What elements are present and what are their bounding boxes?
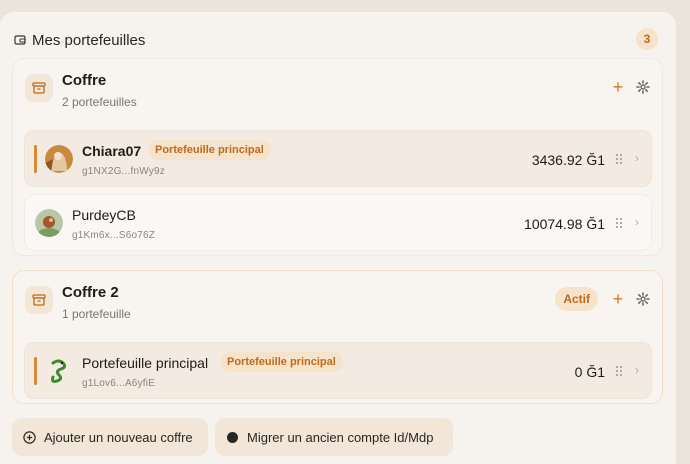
avatar xyxy=(45,145,73,173)
drag-handle-icon[interactable] xyxy=(615,153,623,165)
chevron-right-icon[interactable]: › xyxy=(635,215,639,229)
wallet-icon xyxy=(14,35,26,45)
gear-icon[interactable] xyxy=(636,80,650,94)
vault-name: Coffre xyxy=(62,72,107,89)
wallet-balance: 3436.92 Ğ1 xyxy=(531,152,605,168)
vault-wallet-count: 1 portefeuille xyxy=(62,307,131,321)
wallet-count-badge: 3 xyxy=(636,28,658,50)
drag-handle-icon[interactable] xyxy=(615,217,623,229)
vault-header: Coffre 2 portefeuilles + xyxy=(25,71,650,109)
avatar xyxy=(35,209,63,237)
add-vault-button[interactable]: Ajouter un nouveau coffre xyxy=(12,418,208,456)
active-status-badge: Actif xyxy=(555,287,598,311)
archive-icon xyxy=(25,74,53,102)
vault-name: Coffre 2 xyxy=(62,284,119,301)
wallet-address: g1Km6x...S6o76Z xyxy=(72,230,156,241)
wallet-row[interactable]: PurdeyCB g1Km6x...S6o76Z 10074.98 Ğ1 › xyxy=(24,194,652,251)
wallet-balance: 0 Ğ1 xyxy=(574,364,605,380)
gear-icon[interactable] xyxy=(636,292,650,306)
migrate-account-button[interactable]: Migrer un ancien compte Id/Mdp xyxy=(215,418,453,456)
vault-wallet-count: 2 portefeuilles xyxy=(62,95,137,109)
plus-circle-icon xyxy=(23,430,36,444)
wallet-balance: 10074.98 Ğ1 xyxy=(524,216,605,232)
archive-icon xyxy=(25,286,53,314)
panel-title: Mes portefeuilles xyxy=(32,31,146,49)
dot-icon xyxy=(227,431,238,443)
avatar xyxy=(45,357,73,385)
main-wallet-badge: Portefeuille principal xyxy=(220,352,343,372)
wallet-address: g1NX2G...fnWy9z xyxy=(82,166,165,177)
vault-header: Coffre 2 1 portefeuille Actif + xyxy=(25,283,650,321)
wallet-row[interactable]: Chiara07 Portefeuille principal g1NX2G..… xyxy=(24,130,652,187)
wallet-name: Portefeuille principal xyxy=(82,355,209,371)
chevron-right-icon[interactable]: › xyxy=(635,363,639,377)
vault-card: Coffre 2 1 portefeuille Actif + Portefeu… xyxy=(12,270,663,404)
wallets-panel: Mes portefeuilles 3 Coffre 2 portefeuill… xyxy=(0,12,676,464)
wallet-row[interactable]: Portefeuille principal Portefeuille prin… xyxy=(24,342,652,399)
vault-actions: Actif + xyxy=(555,287,650,311)
active-indicator xyxy=(34,357,37,385)
active-indicator xyxy=(34,145,37,173)
wallet-address: g1Lov6...A6yfiE xyxy=(82,378,156,389)
wallet-name: PurdeyCB xyxy=(72,207,136,223)
migrate-account-label: Migrer un ancien compte Id/Mdp xyxy=(247,429,434,445)
drag-handle-icon[interactable] xyxy=(615,365,623,377)
main-wallet-badge: Portefeuille principal xyxy=(148,140,271,160)
vault-actions: + xyxy=(610,75,650,99)
add-vault-label: Ajouter un nouveau coffre xyxy=(44,429,193,445)
panel-header: Mes portefeuilles 3 xyxy=(14,28,662,52)
chevron-right-icon[interactable]: › xyxy=(635,151,639,165)
vault-card: Coffre 2 portefeuilles + Chiara07 Portef… xyxy=(12,58,663,256)
add-wallet-button[interactable]: + xyxy=(610,290,626,308)
add-wallet-button[interactable]: + xyxy=(610,78,626,96)
wallet-name: Chiara07 xyxy=(82,143,142,159)
